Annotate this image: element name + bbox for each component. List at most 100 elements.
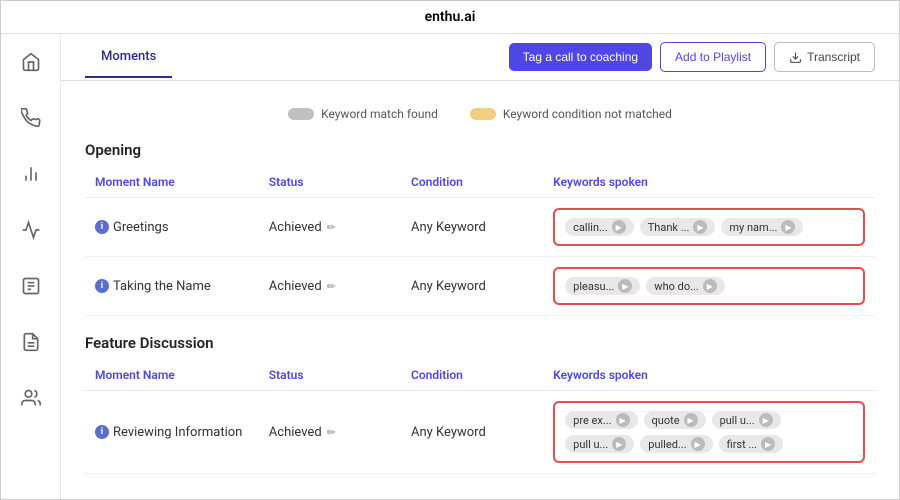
status-label: Achieved bbox=[269, 220, 322, 235]
main-content: Moments Tag a call to coaching Add to Pl… bbox=[61, 34, 899, 499]
moment-name-label: Reviewing Information bbox=[113, 425, 242, 440]
info-icon: i bbox=[95, 220, 109, 234]
section-feature-title: Feature Discussion bbox=[85, 334, 875, 352]
edit-icon[interactable]: ✏ bbox=[327, 280, 336, 293]
keywords-box: callin...▶ Thank ...▶ my nam...▶ bbox=[553, 208, 865, 246]
chip-play-icon[interactable]: ▶ bbox=[691, 437, 705, 451]
moment-name-cell: i Reviewing Information bbox=[95, 425, 249, 440]
keyword-chip[interactable]: pleasu...▶ bbox=[565, 277, 640, 295]
td-status: Achieved ✏ bbox=[259, 257, 401, 316]
th-keywords-feature: Keywords spoken bbox=[543, 360, 875, 391]
tab-moments[interactable]: Moments bbox=[85, 37, 172, 78]
keyword-chip[interactable]: pulled...▶ bbox=[640, 435, 712, 453]
chip-play-icon[interactable]: ▶ bbox=[703, 279, 717, 293]
tabs-actions: Tag a call to coaching Add to Playlist T… bbox=[509, 34, 875, 80]
tabs-list: Moments bbox=[85, 37, 172, 78]
keywords-row: callin...▶ Thank ...▶ my nam...▶ bbox=[565, 218, 853, 236]
chip-play-icon[interactable]: ▶ bbox=[618, 279, 632, 293]
keywords-row: pleasu...▶ who do...▶ bbox=[565, 277, 853, 295]
chip-play-icon[interactable]: ▶ bbox=[761, 437, 775, 451]
td-keywords: callin...▶ Thank ...▶ my nam...▶ bbox=[543, 198, 875, 257]
moment-name-cell: i Greetings bbox=[95, 220, 249, 235]
sidebar-item-documents[interactable] bbox=[13, 268, 49, 304]
th-condition-opening: Condition bbox=[401, 167, 543, 198]
keyword-chip[interactable]: my nam...▶ bbox=[721, 218, 803, 236]
th-status-opening: Status bbox=[259, 167, 401, 198]
app-title: enthu.ai bbox=[1, 1, 899, 34]
keyword-chip[interactable]: pull u...▶ bbox=[712, 411, 781, 429]
status-cell: Achieved ✏ bbox=[269, 425, 391, 440]
th-condition-feature: Condition bbox=[401, 360, 543, 391]
keyword-chip[interactable]: callin...▶ bbox=[565, 218, 634, 236]
legend: Keyword match found Keyword condition no… bbox=[85, 97, 875, 127]
feature-table: Moment Name Status Condition Keywords sp… bbox=[85, 360, 875, 474]
legend-yellow-dot bbox=[470, 108, 496, 120]
table-row: i Reviewing Information Achieved ✏ Any Keywo… bbox=[85, 391, 875, 474]
chip-play-icon[interactable]: ▶ bbox=[612, 437, 626, 451]
td-condition: Any Keyword bbox=[401, 257, 543, 316]
legend-keyword-condition: Keyword condition not matched bbox=[470, 107, 672, 121]
keyword-chip[interactable]: Thank ...▶ bbox=[640, 218, 716, 236]
td-keywords: pleasu...▶ who do...▶ bbox=[543, 257, 875, 316]
keyword-chip[interactable]: pre ex...▶ bbox=[565, 411, 637, 429]
th-keywords-opening: Keywords spoken bbox=[543, 167, 875, 198]
chip-play-icon[interactable]: ▶ bbox=[616, 413, 630, 427]
th-moment-name-opening: Moment Name bbox=[85, 167, 259, 198]
legend-keyword-match: Keyword match found bbox=[288, 107, 438, 121]
td-status: Achieved ✏ bbox=[259, 198, 401, 257]
section-opening-title: Opening bbox=[85, 141, 875, 159]
edit-icon[interactable]: ✏ bbox=[327, 426, 336, 439]
td-condition: Any Keyword bbox=[401, 198, 543, 257]
chip-play-icon[interactable]: ▶ bbox=[693, 220, 707, 234]
chip-play-icon[interactable]: ▶ bbox=[759, 413, 773, 427]
tag-coaching-button[interactable]: Tag a call to coaching bbox=[509, 43, 652, 71]
transcript-label: Transcript bbox=[807, 50, 860, 64]
td-moment-name: i Reviewing Information bbox=[85, 391, 259, 474]
td-keywords: pre ex...▶quote▶pull u...▶pull u...▶pull… bbox=[543, 391, 875, 474]
sidebar-item-reports[interactable] bbox=[13, 324, 49, 360]
td-condition: Any Keyword bbox=[401, 391, 543, 474]
info-icon: i bbox=[95, 279, 109, 293]
keywords-row: pre ex...▶quote▶pull u...▶pull u...▶pull… bbox=[565, 411, 853, 453]
keyword-chip[interactable]: quote▶ bbox=[644, 411, 706, 429]
section-opening: Opening Moment Name Status Condition Key… bbox=[85, 141, 875, 316]
th-status-feature: Status bbox=[259, 360, 401, 391]
status-label: Achieved bbox=[269, 279, 322, 294]
transcript-button[interactable]: Transcript bbox=[774, 42, 875, 72]
info-icon: i bbox=[95, 425, 109, 439]
chip-play-icon[interactable]: ▶ bbox=[612, 220, 626, 234]
sidebar bbox=[1, 34, 61, 499]
section-feature: Feature Discussion Moment Name Status Co… bbox=[85, 334, 875, 474]
sidebar-item-phone[interactable] bbox=[13, 100, 49, 136]
td-moment-name: i Taking the Name bbox=[85, 257, 259, 316]
keyword-chip[interactable]: pull u...▶ bbox=[565, 435, 634, 453]
keywords-box: pleasu...▶ who do...▶ bbox=[553, 267, 865, 305]
keyword-chip[interactable]: first ...▶ bbox=[719, 435, 784, 453]
th-moment-name-feature: Moment Name bbox=[85, 360, 259, 391]
sidebar-item-analytics[interactable] bbox=[13, 156, 49, 192]
sidebar-item-home[interactable] bbox=[13, 44, 49, 80]
legend-gray-dot bbox=[288, 108, 314, 120]
add-playlist-button[interactable]: Add to Playlist bbox=[660, 42, 766, 72]
moment-name-cell: i Taking the Name bbox=[95, 279, 249, 294]
opening-table: Moment Name Status Condition Keywords sp… bbox=[85, 167, 875, 316]
table-row: i Taking the Name Achieved ✏ Any Keyword plea… bbox=[85, 257, 875, 316]
moment-name-label: Greetings bbox=[113, 220, 169, 235]
chip-play-icon[interactable]: ▶ bbox=[684, 413, 698, 427]
table-row: i Greetings Achieved ✏ Any Keyword callin...▶… bbox=[85, 198, 875, 257]
status-label: Achieved bbox=[269, 425, 322, 440]
chip-play-icon[interactable]: ▶ bbox=[781, 220, 795, 234]
keyword-chip[interactable]: who do...▶ bbox=[646, 277, 725, 295]
status-cell: Achieved ✏ bbox=[269, 220, 391, 235]
keywords-box: pre ex...▶quote▶pull u...▶pull u...▶pull… bbox=[553, 401, 865, 463]
sidebar-item-users[interactable] bbox=[13, 380, 49, 416]
edit-icon[interactable]: ✏ bbox=[327, 221, 336, 234]
sidebar-item-activity[interactable] bbox=[13, 212, 49, 248]
status-cell: Achieved ✏ bbox=[269, 279, 391, 294]
content-inner: Keyword match found Keyword condition no… bbox=[61, 81, 899, 490]
tabs-bar: Moments Tag a call to coaching Add to Pl… bbox=[61, 34, 899, 81]
td-moment-name: i Greetings bbox=[85, 198, 259, 257]
legend-keyword-condition-label: Keyword condition not matched bbox=[503, 107, 672, 121]
moment-name-label: Taking the Name bbox=[113, 279, 211, 294]
legend-keyword-match-label: Keyword match found bbox=[321, 107, 438, 121]
